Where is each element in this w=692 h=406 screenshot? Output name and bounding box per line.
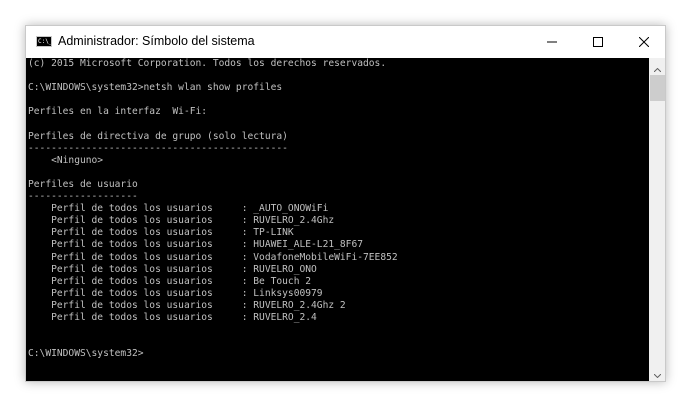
close-icon (639, 37, 649, 47)
maximize-icon (593, 37, 603, 47)
console-line: ----------------------------------------… (28, 142, 288, 154)
console-line: Perfil de todos los usuarios : RUVELRO_2… (28, 215, 335, 227)
console-line: C:\WINDOWS\system32>netsh wlan show prof… (28, 82, 283, 94)
console-line: Perfiles de directiva de grupo (solo lec… (28, 130, 288, 142)
console-line: Perfil de todos los usuarios : Linksys00… (28, 287, 323, 299)
close-button[interactable] (621, 26, 665, 58)
console-line: Perfil de todos los usuarios : RUVELRO_O… (28, 263, 317, 275)
console-line: ------------------- (28, 191, 138, 203)
scroll-down-button[interactable] (649, 363, 665, 381)
console-line: Perfil de todos los usuarios : HUAWEI_AL… (28, 239, 364, 251)
console-line: Perfil de todos los usuarios : _AUTO_ONO… (28, 203, 329, 215)
console-line: Perfil de todos los usuarios : Be Touch … (28, 275, 312, 287)
console-text: (c) 2015 Microsoft Corporation. Todos lo… (26, 58, 649, 360)
console-line: Perfil de todos los usuarios : TP-LINK (28, 227, 294, 239)
cmd-app-icon: C:\_ (36, 36, 52, 47)
console-line: Perfil de todos los usuarios : VodafoneM… (28, 251, 398, 263)
console-line: Perfiles en la interfaz Wi-Fi: (28, 106, 208, 118)
minimize-icon (547, 37, 557, 47)
window-title: Administrador: Símbolo del sistema (58, 34, 255, 48)
console-output[interactable]: (c) 2015 Microsoft Corporation. Todos lo… (26, 58, 649, 381)
maximize-button[interactable] (575, 26, 621, 58)
vertical-scrollbar[interactable] (649, 57, 665, 381)
console-line: (c) 2015 Microsoft Corporation. Todos lo… (28, 58, 387, 69)
console-line: C:\WINDOWS\system32> (28, 348, 144, 360)
console-line: Perfil de todos los usuarios : RUVELRO_2… (28, 299, 346, 311)
minimize-button[interactable] (529, 26, 575, 58)
scroll-thumb[interactable] (650, 75, 665, 101)
console-line: <Ninguno> (28, 154, 104, 166)
console-line: Perfil de todos los usuarios : RUVELRO_2… (28, 311, 317, 323)
title-bar[interactable]: C:\_ Administrador: Símbolo del sistema (26, 26, 665, 58)
chevron-up-icon (653, 57, 662, 76)
scroll-up-button[interactable] (649, 57, 665, 76)
chevron-down-icon (653, 363, 662, 381)
console-line: Perfiles de usuario (28, 178, 138, 190)
command-prompt-window: C:\_ Administrador: Símbolo del sistema … (25, 25, 666, 382)
